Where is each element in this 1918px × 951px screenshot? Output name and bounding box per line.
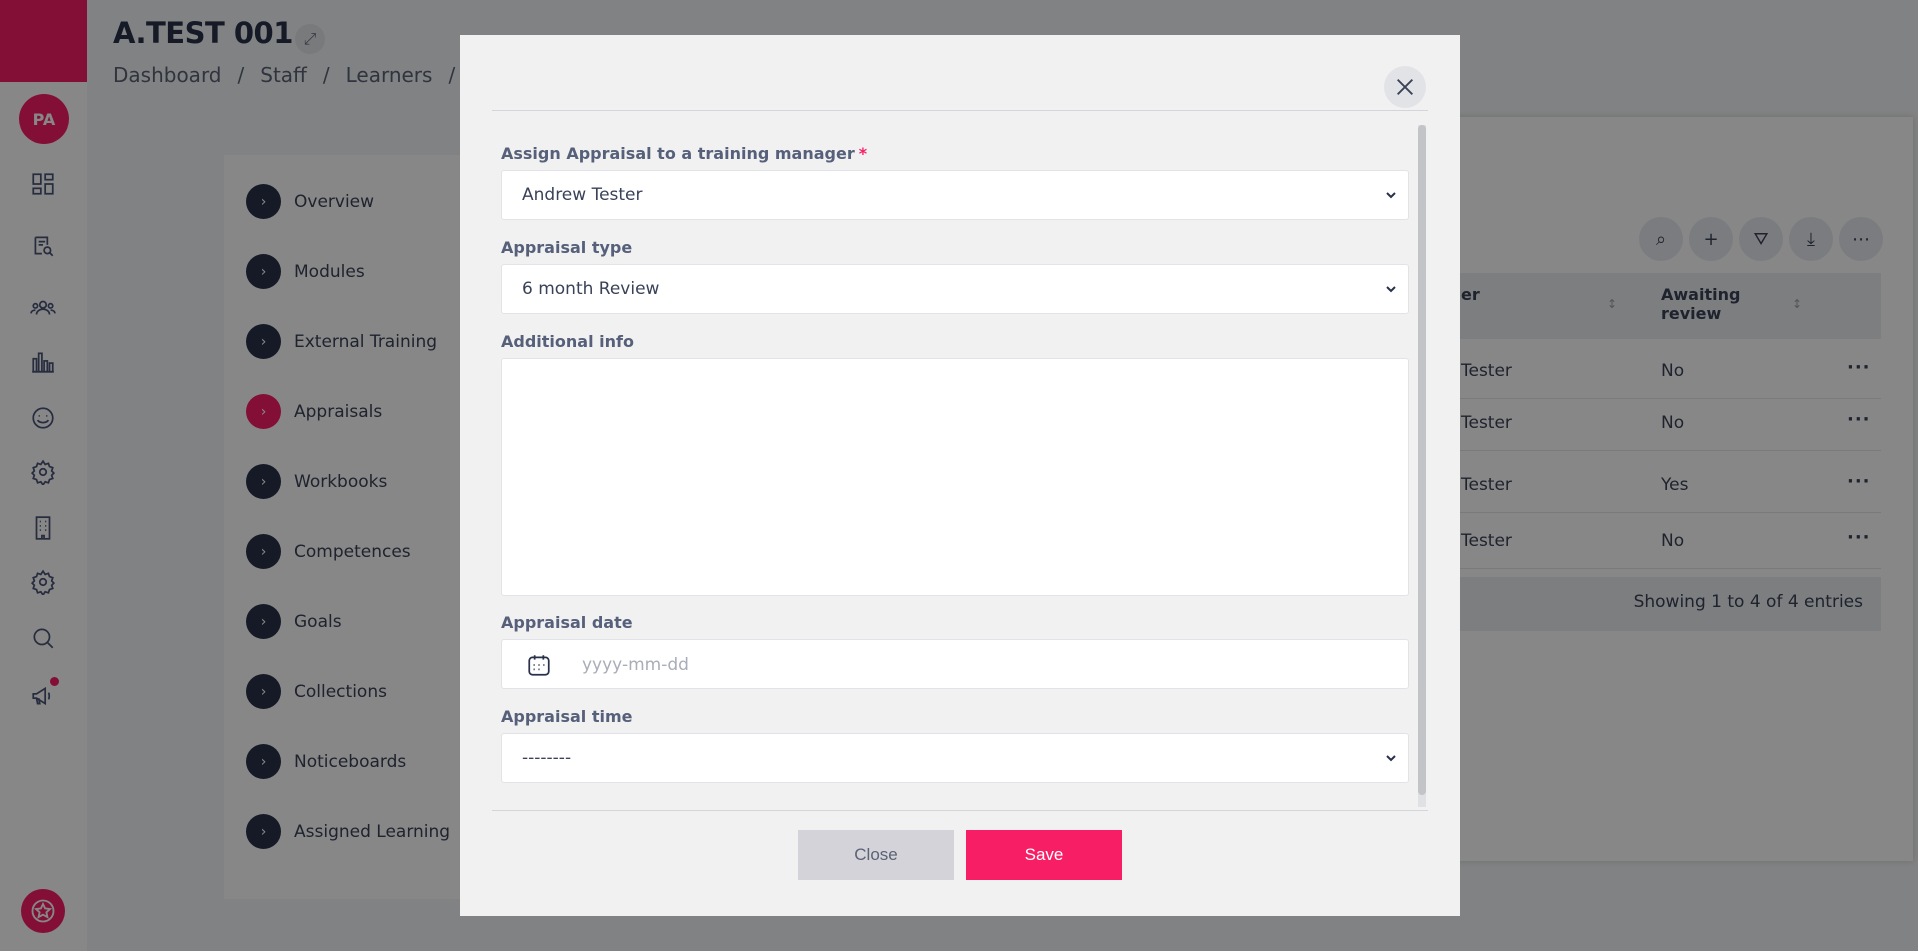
additional-info-label: Additional info: [501, 332, 634, 351]
appraisal-time-label: Appraisal time: [501, 707, 633, 726]
close-button[interactable]: Close: [798, 830, 954, 880]
required-mark: *: [858, 144, 868, 163]
chevron-down-icon: [1384, 281, 1398, 295]
appraisal-date-input[interactable]: [582, 652, 1382, 678]
manager-select[interactable]: Andrew Tester: [501, 170, 1409, 220]
chevron-down-icon: [1384, 750, 1398, 764]
manager-label: Assign Appraisal to a training manager *: [501, 144, 868, 163]
modal-footer-divider: [492, 810, 1428, 811]
appraisal-time-select[interactable]: --------: [501, 733, 1409, 783]
appraisal-type-select[interactable]: 6 month Review: [501, 264, 1409, 314]
save-button[interactable]: Save: [966, 830, 1122, 880]
modal-header-divider: [492, 110, 1428, 111]
additional-info-textarea[interactable]: [501, 358, 1409, 596]
appraisal-date-label: Appraisal date: [501, 613, 633, 632]
calendar-icon[interactable]: [526, 652, 552, 678]
appraisal-type-label: Appraisal type: [501, 238, 633, 257]
scrollbar-thumb[interactable]: [1418, 125, 1426, 795]
chevron-down-icon: [1384, 187, 1398, 201]
assign-appraisal-modal: Assign Appraisal to a training manager * …: [460, 35, 1460, 916]
close-icon[interactable]: [1384, 66, 1426, 108]
modal-scrollbar[interactable]: [1418, 125, 1426, 807]
appraisal-date-field[interactable]: [501, 639, 1409, 689]
